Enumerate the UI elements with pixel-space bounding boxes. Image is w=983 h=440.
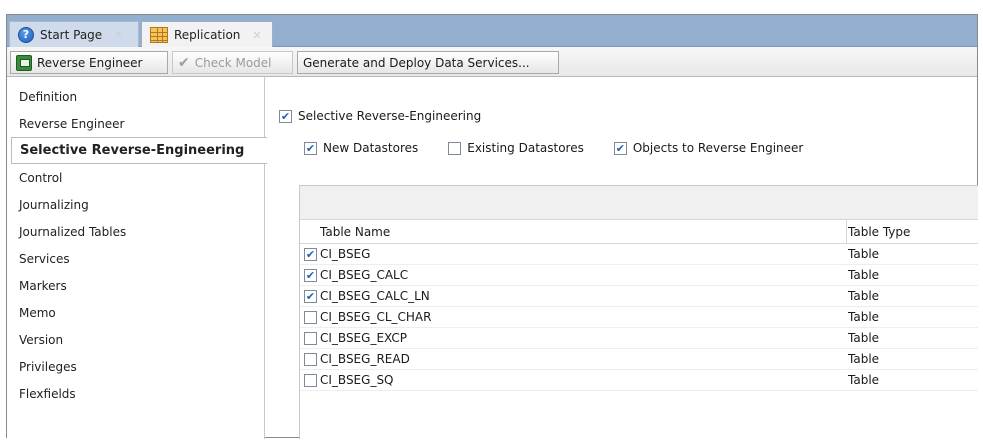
reverse-engineer-button[interactable]: Reverse Engineer [10, 51, 168, 74]
sidebar-item-label: Control [19, 170, 63, 185]
table-row[interactable]: CI_BSEG_EXCP Table [300, 328, 978, 349]
table-row[interactable]: CI_BSEG Table [300, 244, 978, 265]
existing-datastores-checkbox[interactable] [448, 141, 462, 155]
objects-to-reverse-engineer-option[interactable]: Objects to Reverse Engineer [613, 141, 804, 155]
sidebar-item-flexfields[interactable]: Flexfields [7, 380, 264, 407]
datastore-options: New Datastores Existing Datastores Objec… [304, 141, 827, 155]
editor-frame: ? Start Page ✕ Replication ✕ Reverse Eng… [6, 14, 978, 439]
sidebar-item-journalized-tables[interactable]: Journalized Tables [7, 218, 264, 245]
table-type-cell: Table [848, 331, 880, 345]
table-row[interactable]: CI_BSEG_CALC_LN Table [300, 286, 978, 307]
sidebar-item-label: Flexfields [19, 386, 76, 401]
sidebar-item-journalizing[interactable]: Journalizing [7, 191, 264, 218]
selective-reverse-engineering-checkbox[interactable] [279, 109, 292, 123]
table-name-cell: CI_BSEG_CALC [320, 268, 409, 282]
tab-replication[interactable]: Replication ✕ [141, 21, 273, 48]
row-checkbox[interactable] [304, 289, 317, 303]
sidebar-item-label: Memo [19, 305, 56, 320]
selective-reverse-engineering-panel: Selective Reverse-Engineering New Datast… [266, 77, 978, 439]
sidebar-item-memo[interactable]: Memo [7, 299, 264, 326]
column-divider [846, 220, 847, 244]
sidebar-item-label: Journalizing [19, 197, 89, 212]
editor-tab-bar: ? Start Page ✕ Replication ✕ [7, 15, 977, 48]
table-name-cell: CI_BSEG_READ [320, 352, 410, 366]
sidebar-item-markers[interactable]: Markers [7, 272, 264, 299]
objects-table: Table Name Table Type CI_BSEG Table CI_B… [299, 185, 978, 439]
sidebar-item-label: Journalized Tables [19, 224, 127, 239]
row-checkbox[interactable] [304, 268, 317, 282]
new-datastores-option[interactable]: New Datastores [304, 141, 418, 155]
table-filter-bar [300, 186, 978, 220]
sidebar-item-label: Privileges [19, 359, 77, 374]
generate-deploy-button[interactable]: Generate and Deploy Data Services... [297, 51, 559, 74]
selective-reverse-engineering-option[interactable]: Selective Reverse-Engineering [279, 109, 481, 123]
column-header-table-name[interactable]: Table Name [320, 225, 390, 239]
sidebar-item-privileges[interactable]: Privileges [7, 353, 264, 380]
sidebar-item-definition[interactable]: Definition [7, 83, 264, 110]
column-header-table-type[interactable]: Table Type [848, 225, 910, 239]
sidebar: Definition Reverse Engineer Selective Re… [7, 77, 267, 439]
sidebar-item-label: Services [19, 251, 70, 266]
tab-start-page-label: Start Page [40, 27, 103, 42]
row-checkbox[interactable] [304, 373, 317, 387]
table-row[interactable]: CI_BSEG_CL_CHAR Table [300, 307, 978, 328]
table-type-cell: Table [848, 289, 880, 303]
row-checkbox[interactable] [304, 247, 317, 261]
table-row[interactable]: CI_BSEG_CALC Table [300, 265, 978, 286]
sidebar-item-reverse-engineer[interactable]: Reverse Engineer [7, 110, 264, 137]
reverse-engineer-label: Reverse Engineer [37, 55, 143, 70]
row-checkbox[interactable] [304, 352, 317, 366]
row-checkbox[interactable] [304, 310, 317, 324]
generate-deploy-label: Generate and Deploy Data Services... [303, 55, 530, 70]
reverse-engineer-icon [16, 54, 32, 71]
sidebar-item-label: Definition [19, 89, 78, 104]
sidebar-item-label: Version [19, 332, 64, 347]
table-name-cell: CI_BSEG_SQ [320, 373, 394, 387]
existing-datastores-option[interactable]: Existing Datastores [448, 141, 584, 155]
toolbar: Reverse Engineer ✔ Check Model Generate … [7, 47, 977, 77]
table-type-cell: Table [848, 310, 880, 324]
help-icon: ? [18, 26, 34, 43]
new-datastores-label: New Datastores [323, 141, 419, 155]
table-name-cell: CI_BSEG_CL_CHAR [320, 310, 432, 324]
sidebar-item-control[interactable]: Control [7, 164, 264, 191]
check-model-button[interactable]: ✔ Check Model [172, 51, 293, 74]
tab-start-page[interactable]: ? Start Page ✕ [9, 21, 139, 47]
table-name-cell: CI_BSEG_CALC_LN [320, 289, 430, 303]
selective-reverse-engineering-label: Selective Reverse-Engineering [298, 109, 482, 123]
tab-replication-label: Replication [174, 28, 241, 42]
sidebar-item-label: Markers [19, 278, 67, 293]
sidebar-item-label: Selective Reverse-Engineering [20, 143, 245, 158]
check-model-label: Check Model [194, 55, 272, 70]
existing-datastores-label: Existing Datastores [467, 141, 584, 155]
table-header: Table Name Table Type [300, 220, 978, 244]
table-icon [150, 27, 168, 43]
table-row[interactable]: CI_BSEG_READ Table [300, 349, 978, 370]
close-icon[interactable]: ✕ [252, 29, 261, 42]
sidebar-item-label: Reverse Engineer [19, 116, 125, 131]
objects-to-reverse-engineer-checkbox[interactable] [613, 141, 627, 155]
table-name-cell: CI_BSEG [320, 247, 371, 261]
checkmark-icon: ✔ [178, 54, 190, 71]
new-datastores-checkbox[interactable] [304, 141, 317, 155]
table-type-cell: Table [848, 247, 880, 261]
table-row[interactable]: CI_BSEG_SQ Table [300, 370, 978, 391]
objects-to-reverse-engineer-label: Objects to Reverse Engineer [632, 141, 804, 155]
table-type-cell: Table [848, 373, 880, 387]
row-checkbox[interactable] [304, 331, 317, 345]
sidebar-item-version[interactable]: Version [7, 326, 264, 353]
table-type-cell: Table [848, 268, 880, 282]
sidebar-item-selective-reverse-engineering[interactable]: Selective Reverse-Engineering [11, 137, 267, 164]
sidebar-item-services[interactable]: Services [7, 245, 264, 272]
table-type-cell: Table [848, 352, 880, 366]
close-icon[interactable]: ✕ [114, 28, 123, 41]
table-name-cell: CI_BSEG_EXCP [320, 331, 407, 345]
